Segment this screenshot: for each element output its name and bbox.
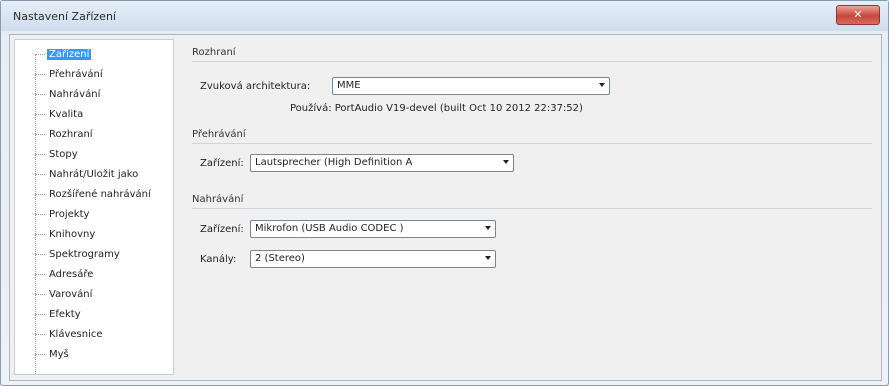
tree-item-devices[interactable]: Zařízení [35, 48, 92, 62]
tree-item-libraries[interactable]: Knihovny [35, 228, 97, 242]
tree-item-tracks[interactable]: Stopy [35, 148, 80, 162]
tree-item-label: Spektrogramy [49, 249, 120, 260]
tree-item-label: Nahrát/Uložit jako [49, 169, 139, 180]
tree-item-label: Rozhraní [49, 129, 93, 140]
chevron-down-icon [599, 83, 605, 87]
tree-item-recording[interactable]: Nahrávání [35, 88, 102, 102]
title-bar[interactable]: Nastavení Zařízení ✕ [1, 1, 888, 31]
tree-item-label: Myš [49, 349, 69, 360]
tree-item-mouse[interactable]: Myš [35, 348, 71, 362]
tree-item-label: Adresáře [49, 269, 94, 280]
channels-value: 2 (Stereo) [255, 253, 305, 264]
preferences-window: Nastavení Zařízení ✕ Zařízení Přehrávání… [0, 0, 889, 386]
close-button[interactable]: ✕ [836, 5, 880, 25]
tree-item-warnings[interactable]: Varování [35, 288, 94, 302]
tree-item-effects[interactable]: Efekty [35, 308, 83, 322]
host-select[interactable]: MME [332, 77, 610, 95]
category-tree[interactable]: Zařízení Přehrávání Nahrávání Kvalita Ro… [14, 39, 174, 375]
window-title: Nastavení Zařízení [13, 10, 116, 23]
recording-device-select[interactable]: Mikrofon (USB Audio CODEC ) [250, 220, 496, 238]
playback-device-label: Zařízení: [200, 158, 244, 169]
tree-item-keyboard[interactable]: Klávesnice [35, 328, 105, 342]
divider [192, 61, 872, 62]
chevron-down-icon [503, 160, 509, 164]
tree-item-import-export[interactable]: Nahrát/Uložit jako [35, 168, 140, 182]
tree-item-label: Klávesnice [49, 329, 103, 340]
divider [192, 143, 872, 144]
chevron-down-icon [485, 256, 491, 260]
close-icon: ✕ [853, 8, 863, 21]
tree-item-label: Přehrávání [49, 69, 103, 80]
divider [192, 208, 872, 209]
chevron-down-icon [485, 226, 491, 230]
tree-item-directories[interactable]: Adresáře [35, 268, 95, 282]
playback-device-select[interactable]: Lautsprecher (High Definition A [250, 154, 514, 172]
tree-item-label: Zařízení [47, 49, 92, 60]
tree-item-label: Varování [49, 289, 93, 300]
tree-item-label: Efekty [49, 309, 81, 320]
tree-item-label: Kvalita [49, 109, 84, 120]
settings-panel: Rozhraní Zvuková architektura: MME Použí… [182, 39, 877, 375]
tree-item-label: Rozšířené nahrávání [49, 189, 151, 200]
group-title-interface: Rozhraní [192, 47, 236, 58]
tree-item-label: Stopy [49, 149, 78, 160]
tree-item-spectrograms[interactable]: Spektrogramy [35, 248, 122, 262]
tree-item-label: Nahrávání [49, 89, 101, 100]
dialog-body: Zařízení Přehrávání Nahrávání Kvalita Ro… [9, 34, 882, 381]
recording-device-label: Zařízení: [200, 224, 244, 235]
channels-label: Kanály: [200, 254, 237, 265]
group-title-playback: Přehrávání [192, 129, 246, 140]
playback-device-value: Lautsprecher (High Definition A [255, 157, 413, 168]
tree-item-playback[interactable]: Přehrávání [35, 68, 105, 82]
recording-device-value: Mikrofon (USB Audio CODEC ) [255, 223, 404, 234]
tree-item-interface[interactable]: Rozhraní [35, 128, 95, 142]
tree-item-label: Knihovny [49, 229, 96, 240]
tree-item-projects[interactable]: Projekty [35, 208, 91, 222]
tree-item-label: Projekty [49, 209, 90, 220]
tree-item-quality[interactable]: Kvalita [35, 108, 85, 122]
host-value: MME [337, 80, 361, 91]
channels-select[interactable]: 2 (Stereo) [250, 250, 496, 268]
host-label: Zvuková architektura: [200, 81, 311, 92]
tree-item-extended-import[interactable]: Rozšířené nahrávání [35, 188, 153, 202]
using-info: Používá: PortAudio V19-devel (built Oct … [290, 103, 583, 114]
group-title-recording: Nahrávání [192, 194, 244, 205]
